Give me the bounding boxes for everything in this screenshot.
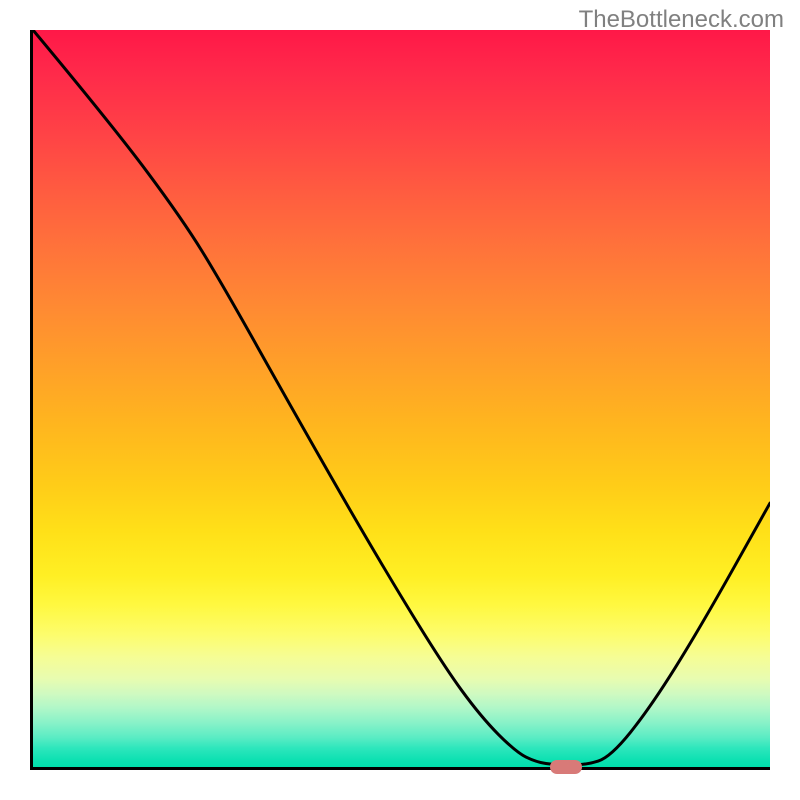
optimal-marker: [550, 760, 582, 774]
chart-area: [30, 30, 770, 770]
watermark-text: TheBottleneck.com: [579, 6, 784, 34]
bottleneck-curve: [33, 30, 770, 767]
